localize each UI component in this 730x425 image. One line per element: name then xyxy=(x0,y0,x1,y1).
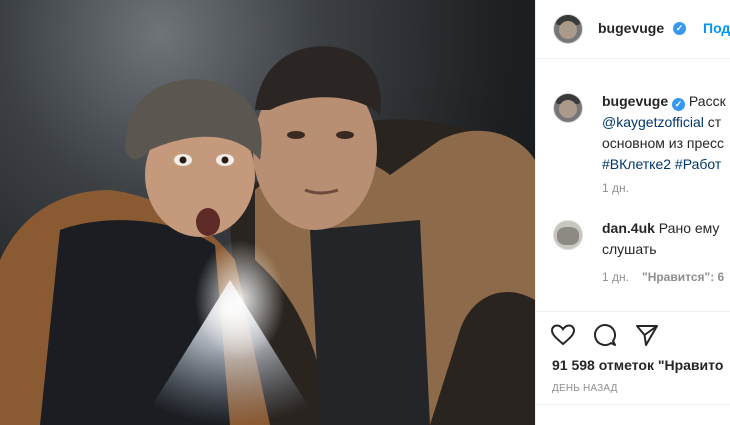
comment-line-2: слушать xyxy=(602,241,657,257)
avatar-shape xyxy=(557,227,579,245)
likes-count[interactable]: 91 598 отметок "Нравито xyxy=(552,357,723,373)
share-icon[interactable] xyxy=(634,322,660,348)
verified-badge-icon: ✓ xyxy=(673,22,686,35)
caption-hashtags[interactable]: #ВКлетке2 #Работ xyxy=(602,154,721,175)
commenter-avatar[interactable] xyxy=(553,220,583,250)
caption-text-1: Расск xyxy=(688,93,726,109)
caption-text-2: ст xyxy=(703,114,722,130)
caption-time[interactable]: 1 дн. xyxy=(602,181,629,195)
divider xyxy=(536,404,730,405)
verified-badge-icon: ✓ xyxy=(672,98,686,111)
caption-line-2: @kaygetzofficial ст xyxy=(602,112,721,133)
post-photo[interactable] xyxy=(0,0,535,425)
caption-line-3: основном из пресс xyxy=(602,135,725,151)
post-header: bugevuge ✓ Под xyxy=(536,0,730,59)
avatar-face-shape xyxy=(559,21,577,39)
comment-time[interactable]: 1 дн. xyxy=(602,270,629,284)
author-username[interactable]: bugevuge xyxy=(598,20,664,36)
comment-line-1: dan.4uk Рано ему xyxy=(602,218,719,239)
comments-list: bugevuge ✓ Расск @kaygetzofficial ст осн… xyxy=(536,59,730,311)
caption-author-avatar[interactable] xyxy=(553,93,583,123)
comment-likes-count[interactable]: "Нравится": 6 xyxy=(642,270,724,284)
comment-likes-label: "Нравится": 6 xyxy=(642,270,725,284)
post-actions: 91 598 отметок "Нравито ДЕНЬ НАЗАД xyxy=(536,311,730,425)
comment-username[interactable]: dan.4uk xyxy=(602,220,655,236)
caption-line-1: bugevuge ✓ Расск xyxy=(602,91,726,112)
author-avatar[interactable] xyxy=(553,14,583,44)
photo-illustration xyxy=(0,46,535,425)
post-time-ago[interactable]: ДЕНЬ НАЗАД xyxy=(552,383,618,394)
comment-text-1: Рано ему xyxy=(658,220,720,236)
heart-icon[interactable] xyxy=(550,322,576,348)
comment-icon[interactable] xyxy=(592,322,618,348)
avatar-face-shape xyxy=(559,100,577,118)
instagram-post-view: bugevuge ✓ Под bugevuge ✓ Расск @kaygetz… xyxy=(0,0,730,425)
caption-username[interactable]: bugevuge xyxy=(602,93,668,109)
caption-mention-link[interactable]: @kaygetzofficial xyxy=(602,114,704,130)
post-details-panel: bugevuge ✓ Под bugevuge ✓ Расск @kaygetz… xyxy=(535,0,730,425)
follow-button[interactable]: Под xyxy=(703,20,730,36)
